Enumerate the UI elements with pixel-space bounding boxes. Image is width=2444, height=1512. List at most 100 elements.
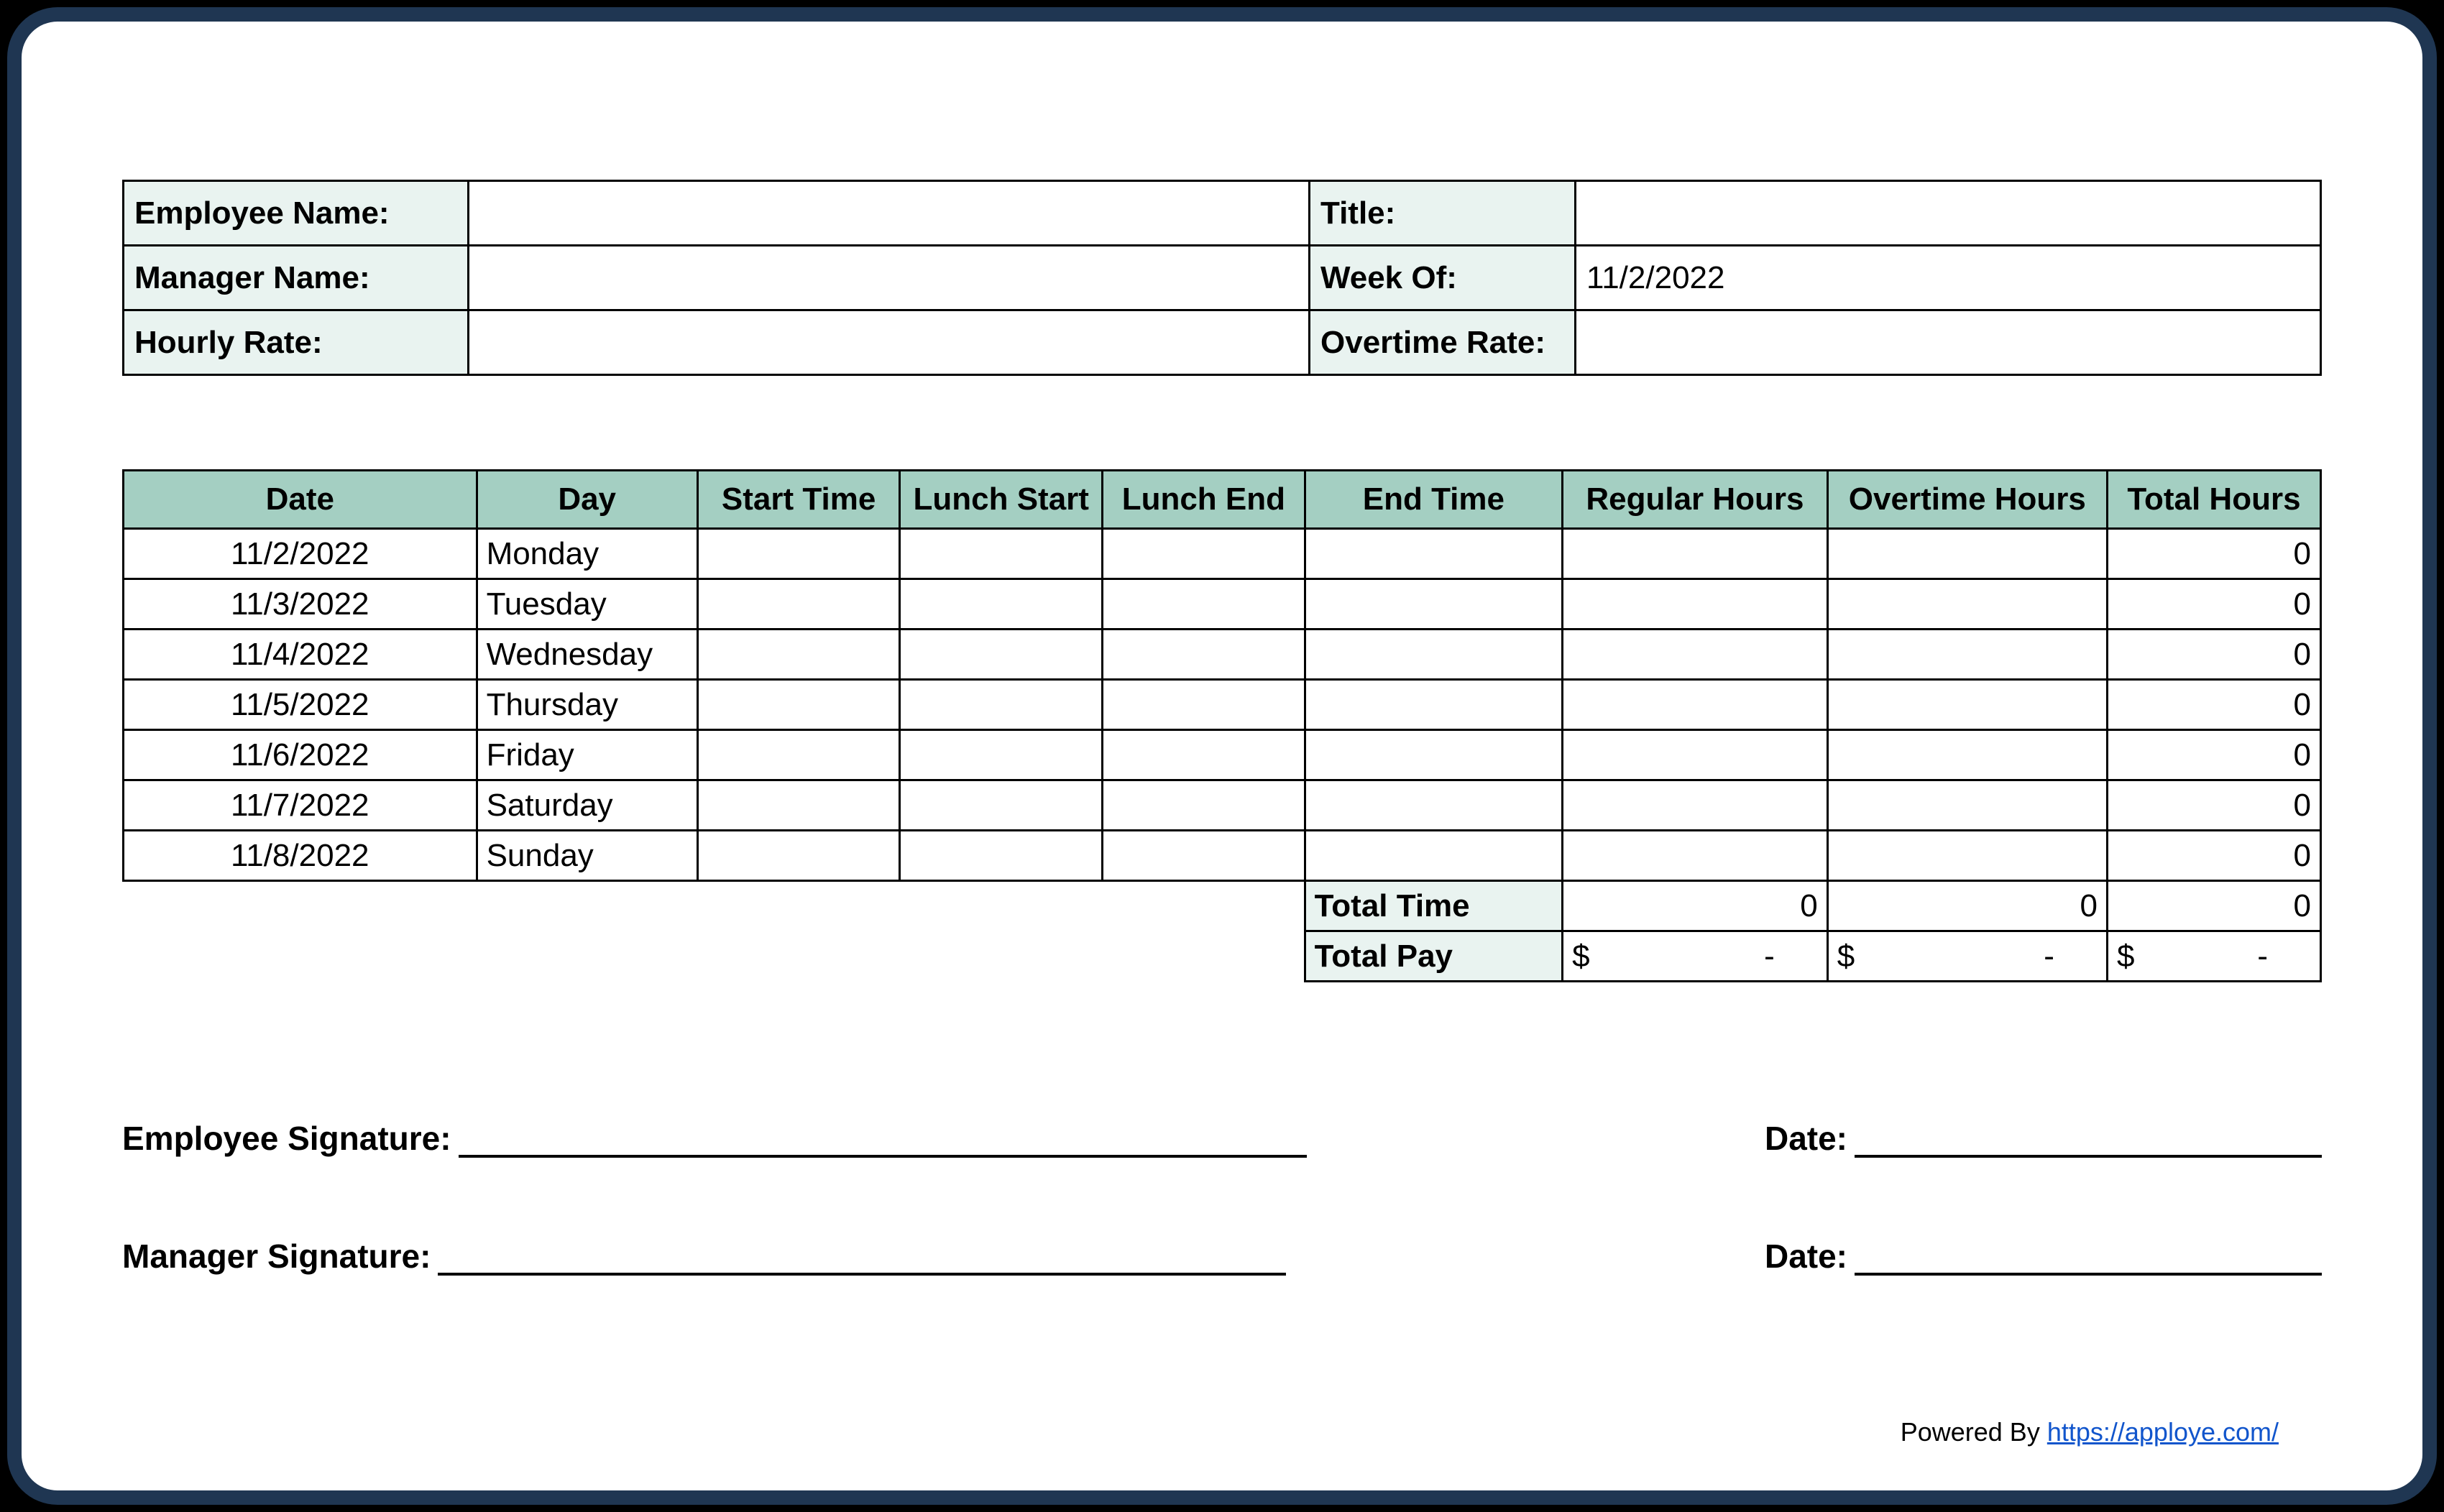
employee-signature-line[interactable] (459, 1122, 1307, 1158)
end-time-input[interactable] (1305, 579, 1562, 630)
total-hours-cell: 0 (2107, 780, 2320, 831)
manager-signature-line[interactable] (438, 1240, 1286, 1276)
currency-symbol: $ (1837, 939, 1855, 974)
lunch-start-input[interactable] (900, 730, 1103, 780)
info-row-manager: Manager Name: Week Of: 11/2/2022 (124, 246, 2321, 310)
lunch-end-input[interactable] (1103, 680, 1305, 730)
lunch-start-input[interactable] (900, 579, 1103, 630)
lunch-end-input[interactable] (1103, 630, 1305, 680)
end-time-input[interactable] (1305, 680, 1562, 730)
end-time-input[interactable] (1305, 529, 1562, 579)
document-border: Employee Name: Title: Manager Name: Week… (7, 7, 2437, 1505)
total-time-row: Total Time 0 0 0 (124, 881, 2321, 931)
overtime-hours-cell (1827, 630, 2107, 680)
col-header-end-time: End Time (1305, 471, 1562, 529)
day-cell: Thursday (477, 680, 697, 730)
table-row: 11/8/2022Sunday 0 (124, 831, 2321, 881)
lunch-end-input[interactable] (1103, 579, 1305, 630)
col-header-day: Day (477, 471, 697, 529)
table-row: 11/6/2022Friday0 (124, 730, 2321, 780)
total-hours-cell: 0 (2107, 529, 2320, 579)
col-header-date: Date (124, 471, 477, 529)
overtime-hours-cell (1827, 730, 2107, 780)
footer-prefix: Powered By (1901, 1417, 2047, 1447)
total-hours-cell: 0 (2107, 730, 2320, 780)
col-header-overtime: Overtime Hours (1827, 471, 2107, 529)
overtime-hours-cell (1827, 780, 2107, 831)
start-time-input[interactable] (697, 730, 900, 780)
table-row: 11/5/2022Thursday0 (124, 680, 2321, 730)
manager-date-label: Date: (1765, 1237, 1847, 1276)
pay-dash: - (1764, 939, 1818, 974)
date-cell: 11/7/2022 (124, 780, 477, 831)
title-label: Title: (1310, 181, 1576, 246)
regular-hours-cell (1563, 730, 1828, 780)
col-header-regular: Regular Hours (1563, 471, 1828, 529)
day-cell: Sunday (477, 831, 697, 881)
table-row: 11/7/2022Saturday 0 (124, 780, 2321, 831)
end-time-input[interactable] (1305, 780, 1562, 831)
total-hours-cell: 0 (2107, 579, 2320, 630)
lunch-start-input[interactable] (900, 529, 1103, 579)
date-cell: 11/3/2022 (124, 579, 477, 630)
start-time-input[interactable] (697, 529, 900, 579)
info-table: Employee Name: Title: Manager Name: Week… (122, 180, 2322, 376)
title-input[interactable] (1576, 181, 2321, 246)
date-cell: 11/6/2022 (124, 730, 477, 780)
manager-name-input[interactable] (469, 246, 1310, 310)
manager-date-line[interactable] (1855, 1240, 2322, 1276)
week-of-input[interactable]: 11/2/2022 (1576, 246, 2321, 310)
date-cell: 11/8/2022 (124, 831, 477, 881)
footer-link[interactable]: https://apploye.com/ (2047, 1417, 2279, 1447)
employee-date-label: Date: (1765, 1119, 1847, 1158)
overtime-hours-cell (1827, 680, 2107, 730)
total-pay-label: Total Pay (1305, 931, 1562, 982)
lunch-start-input[interactable] (900, 680, 1103, 730)
signature-block: Employee Signature: Date: Manager Signat… (122, 1119, 2322, 1276)
overtime-rate-input[interactable] (1576, 310, 2321, 375)
col-header-lunch-start: Lunch Start (900, 471, 1103, 529)
total-time-total: 0 (2107, 881, 2320, 931)
info-row-rate: Hourly Rate: Overtime Rate: (124, 310, 2321, 375)
end-time-input[interactable] (1305, 730, 1562, 780)
total-pay-regular: $ - (1563, 931, 1828, 982)
overtime-hours-cell (1827, 831, 2107, 881)
lunch-start-input[interactable] (900, 780, 1103, 831)
info-row-name: Employee Name: Title: (124, 181, 2321, 246)
lunch-end-input[interactable] (1103, 529, 1305, 579)
regular-hours-cell (1563, 630, 1828, 680)
start-time-input[interactable] (697, 630, 900, 680)
total-hours-cell: 0 (2107, 831, 2320, 881)
start-time-input[interactable] (697, 579, 900, 630)
day-cell: Saturday (477, 780, 697, 831)
manager-signature-label: Manager Signature: (122, 1237, 431, 1276)
lunch-end-input[interactable] (1103, 831, 1305, 881)
employee-date-line[interactable] (1855, 1122, 2322, 1158)
footer: Powered By https://apploye.com/ (1901, 1417, 2279, 1447)
week-of-label: Week Of: (1310, 246, 1576, 310)
hourly-rate-input[interactable] (469, 310, 1310, 375)
total-time-overtime: 0 (1827, 881, 2107, 931)
employee-name-input[interactable] (469, 181, 1310, 246)
end-time-input[interactable] (1305, 831, 1562, 881)
overtime-rate-label: Overtime Rate: (1310, 310, 1576, 375)
total-time-label: Total Time (1305, 881, 1562, 931)
lunch-start-input[interactable] (900, 831, 1103, 881)
start-time-input[interactable] (697, 680, 900, 730)
col-header-total: Total Hours (2107, 471, 2320, 529)
total-pay-total: $ - (2107, 931, 2320, 982)
start-time-input[interactable] (697, 780, 900, 831)
start-time-input[interactable] (697, 831, 900, 881)
lunch-end-input[interactable] (1103, 730, 1305, 780)
table-row: 11/3/2022Tuesday 0 (124, 579, 2321, 630)
end-time-input[interactable] (1305, 630, 1562, 680)
overtime-hours-cell (1827, 529, 2107, 579)
currency-symbol: $ (2117, 939, 2134, 974)
table-row: 11/4/2022Wednesday0 (124, 630, 2321, 680)
regular-hours-cell (1563, 529, 1828, 579)
day-cell: Monday (477, 529, 697, 579)
date-cell: 11/4/2022 (124, 630, 477, 680)
day-cell: Tuesday (477, 579, 697, 630)
lunch-start-input[interactable] (900, 630, 1103, 680)
lunch-end-input[interactable] (1103, 780, 1305, 831)
